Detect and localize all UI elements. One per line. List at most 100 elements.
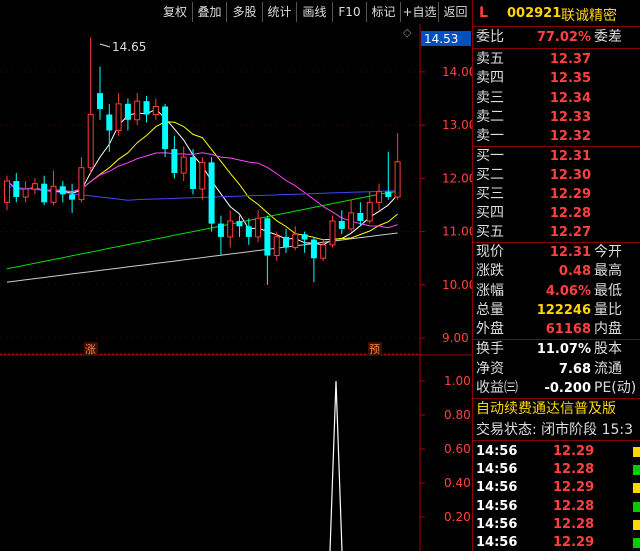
candle-body <box>208 162 215 224</box>
candle-body <box>320 244 327 259</box>
bid-row-1-label: 买一 <box>476 148 504 164</box>
bid-row-4: 买四 12.28 <box>473 204 640 223</box>
candle-body <box>22 188 29 198</box>
indicator-tick-label: 1.00 <box>444 374 471 388</box>
divider <box>473 26 640 27</box>
ask-row-1-value: 12.32 <box>549 129 591 145</box>
candle-body <box>59 186 66 195</box>
ask-row-1-label: 卖一 <box>476 128 504 145</box>
candle-body <box>152 106 159 115</box>
stat-row-2-value: 4.06% <box>545 283 591 299</box>
divider <box>473 48 640 49</box>
candle-body <box>13 181 20 197</box>
kline-svg[interactable]: 14.00 13.00 12.00 11.00 10.00 9.00 1.00 0.80 0.… <box>0 24 476 551</box>
stat-row-4-value: 61168 <box>545 322 591 338</box>
weibi-value: 77.02% <box>536 30 591 45</box>
stock-name[interactable]: 联诚精密 <box>561 5 617 25</box>
fuquan-button[interactable]: 复权 <box>158 2 192 22</box>
kline-chart-area[interactable]: 14.00 13.00 12.00 11.00 10.00 9.00 1.00 0.80 0.… <box>0 24 476 551</box>
candle-body <box>255 217 262 238</box>
ask-row-2-label: 卖二 <box>476 108 504 125</box>
stat-row-4: 外盘 61168 内盘 <box>473 320 640 339</box>
candle-body <box>338 220 345 229</box>
l-mark: L <box>479 5 488 21</box>
bid-row-3-value: 12.29 <box>549 187 591 202</box>
mark-button[interactable]: 标记 <box>366 2 400 22</box>
tick-row: 14:56 12.28 <box>473 497 640 516</box>
ask-row-5-label: 卖五 <box>476 51 504 67</box>
ask-row-4: 卖四 12.35 <box>473 69 640 88</box>
stat2-row-0-label2: 股本 <box>594 341 622 357</box>
stat-row-4-label2: 内盘 <box>594 321 622 338</box>
price-tick-label: 14.00 <box>442 65 472 79</box>
tick-row: 14:56 12.29 <box>473 478 640 497</box>
price-axis: 14.00 13.00 12.00 11.00 10.00 9.00 <box>420 65 476 345</box>
ask-row-5: 卖五 12.37 <box>473 50 640 69</box>
tick-price: 12.29 <box>553 535 595 550</box>
ask-row-3-label: 卖三 <box>476 89 504 106</box>
ask-row-3-value: 12.34 <box>549 90 591 106</box>
candle-body <box>31 183 38 190</box>
ask-row-4-label: 卖四 <box>476 70 504 87</box>
stat2-row-0-value: 11.07% <box>536 342 591 357</box>
tick-time: 14:56 <box>476 462 518 478</box>
candle-body <box>4 180 10 203</box>
weicha-label: 委差 <box>594 29 622 45</box>
stat-row-2: 涨幅 4.06% 最低 <box>473 282 640 301</box>
bid-row-2-value: 12.30 <box>549 168 591 183</box>
stat2-row-1-value: 7.68 <box>558 361 591 377</box>
stat2-row-2: 收益㈢ -0.200 PE(动) <box>473 379 640 398</box>
stat-row-3-value: 122246 <box>536 302 591 318</box>
tick-price: 12.28 <box>553 498 595 514</box>
f10-button[interactable]: F10 <box>332 2 366 22</box>
weibi-row: 委比 77.02% 委差 <box>473 28 640 47</box>
candle-body <box>329 220 336 246</box>
tick-price: 12.28 <box>553 462 595 478</box>
stat-row-0-label: 现价 <box>476 244 504 260</box>
draw-line-button[interactable]: 画线 <box>296 2 332 22</box>
ask-row-1: 卖一 12.32 <box>473 127 640 146</box>
quote-panel: L 002921 联诚精密 委比 77.02% 委差 自动续费通达信普及版 交易… <box>472 0 640 551</box>
weibi-label: 委比 <box>476 29 504 45</box>
candle-body <box>143 101 150 115</box>
candle-body <box>245 226 252 237</box>
tick-volume-mark <box>633 538 640 548</box>
stat-row-0: 现价 12.31 今开 <box>473 243 640 262</box>
back-button[interactable]: 返回 <box>438 2 472 22</box>
stat-row-2-label: 涨幅 <box>476 282 504 299</box>
candle-body <box>366 201 373 222</box>
stock-code[interactable]: 002921 <box>507 6 561 21</box>
candle-body <box>97 93 103 110</box>
tick-price: 12.29 <box>553 480 595 496</box>
overlay-button[interactable]: 叠加 <box>192 2 226 22</box>
trade-status: 交易状态: 闭市阶段 15:3 <box>476 422 634 438</box>
tick-volume-mark <box>633 501 640 512</box>
candle-body <box>310 239 317 259</box>
candle-body <box>78 167 85 201</box>
candle-body <box>394 161 401 198</box>
marker-yu: 预 <box>369 343 380 356</box>
stock-header: L 002921 联诚精密 <box>473 2 640 26</box>
indicator-spike <box>329 380 343 551</box>
renewal-banner[interactable]: 自动续费通达信普及版 <box>473 399 640 419</box>
add-watchlist-button[interactable]: +自选 <box>400 2 438 22</box>
candle-body <box>348 212 355 230</box>
candle-body <box>273 236 280 257</box>
candle-body <box>124 103 131 120</box>
stat-row-1-value: 0.48 <box>558 264 591 280</box>
bid-row-2: 买二 12.30 <box>473 166 640 185</box>
stat-row-3-label: 总量 <box>476 301 504 318</box>
price-tick-label: 12.00 <box>442 171 472 185</box>
bid-row-5-label: 买五 <box>476 224 504 240</box>
indicator-tick-label: 0.80 <box>444 408 471 422</box>
marker-zhang: 涨 <box>85 343 96 356</box>
candle-body <box>190 157 196 189</box>
candle-body <box>236 220 243 227</box>
tick-row: 14:56 12.29 <box>473 442 640 461</box>
current-price-label: 14.53 <box>424 32 458 46</box>
bid-row-4-value: 12.28 <box>549 206 591 221</box>
bid-row-5-value: 12.27 <box>549 225 591 240</box>
price-tick-label: 9.00 <box>442 331 469 345</box>
statistics-button[interactable]: 统计 <box>262 2 296 22</box>
multi-stock-button[interactable]: 多股 <box>226 2 262 22</box>
